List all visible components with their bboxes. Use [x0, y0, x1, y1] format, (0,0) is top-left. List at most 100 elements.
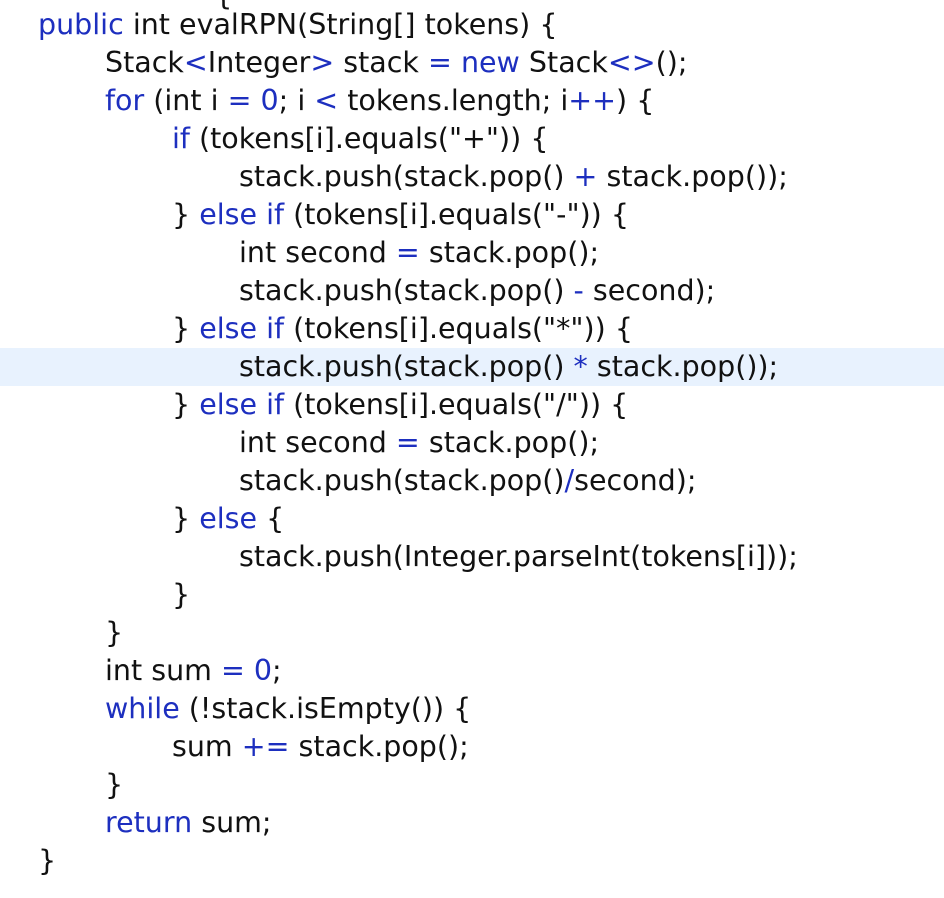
- code-token-num: 0: [253, 654, 273, 687]
- code-line[interactable]: int second = stack.pop();: [0, 234, 944, 272]
- code-line[interactable]: stack.push(Integer.parseInt(tokens[i]));: [0, 538, 944, 576]
- code-token-plain: stack.pop();: [419, 426, 600, 459]
- code-token-str: "/": [543, 388, 579, 421]
- code-token-kw: public: [38, 8, 124, 41]
- code-token-plain: stack.pop());: [597, 160, 788, 193]
- code-token-plain: }: [172, 198, 200, 231]
- code-line[interactable]: return sum;: [0, 804, 944, 842]
- code-token-kw: else: [199, 388, 258, 421]
- current-code-line[interactable]: stack.push(stack.pop() * stack.pop());: [0, 348, 944, 386]
- code-line[interactable]: stack.push(stack.pop()/second);: [0, 462, 944, 500]
- code-token-plain: (!stack.isEmpty()) {: [179, 692, 472, 725]
- code-line[interactable]: }: [0, 842, 944, 880]
- code-token-plain: stack: [334, 46, 428, 79]
- code-token-plain: sum;: [192, 806, 272, 839]
- code-token-op: /: [564, 464, 575, 497]
- code-token-str: "+": [448, 122, 500, 155]
- code-token-str: "*": [543, 312, 584, 345]
- code-token-plain: int second: [239, 426, 396, 459]
- code-line[interactable]: int second = stack.pop();: [0, 424, 944, 462]
- code-token-plain: sum: [172, 730, 242, 763]
- code-token-op: <: [183, 46, 208, 79]
- code-token-op: +=: [241, 730, 290, 763]
- code-token-op: ++: [568, 84, 617, 117]
- code-token-plain: {: [257, 502, 285, 535]
- code-token-op: >: [310, 46, 335, 79]
- code-token-plain: tokens.length; i: [338, 84, 569, 117]
- code-token-kw: else: [199, 502, 258, 535]
- code-token-plain: (tokens[i].equals(: [284, 312, 544, 345]
- code-token-plain: int evalRPN(String[] tokens) {: [123, 8, 558, 41]
- code-line[interactable]: } else {: [0, 500, 944, 538]
- code-token-op: +: [573, 160, 598, 193]
- code-token-plain: stack.push(stack.pop(): [239, 350, 574, 383]
- code-token-plain: stack.push(Integer.parseInt(tokens[i]));: [239, 540, 798, 573]
- code-token-plain: Integer: [207, 46, 311, 79]
- code-token-plain: Stack: [105, 46, 184, 79]
- code-token-kw: while: [105, 692, 180, 725]
- code-line[interactable]: }: [0, 614, 944, 652]
- code-token-kw: if: [266, 388, 285, 421]
- code-token-op: -: [573, 274, 584, 307]
- code-token-plain: }: [105, 616, 124, 649]
- code-line[interactable]: } else if (tokens[i].equals("-")) {: [0, 196, 944, 234]
- code-token-plain: ; i: [278, 84, 315, 117]
- code-token-plain: )) {: [579, 198, 629, 231]
- code-token-op: <: [314, 84, 339, 117]
- code-line[interactable]: while (!stack.isEmpty()) {: [0, 690, 944, 728]
- code-token-plain: ();: [655, 46, 688, 79]
- code-token-kw: if: [266, 198, 285, 231]
- code-token-op: =: [395, 236, 420, 269]
- code-token-plain: second);: [583, 274, 716, 307]
- code-token-kw: else: [199, 312, 258, 345]
- code-token-plain: stack.pop();: [419, 236, 600, 269]
- code-token-str: "-": [543, 198, 580, 231]
- code-line[interactable]: public int evalRPN(String[] tokens) {: [0, 6, 944, 44]
- code-token-plain: (tokens[i].equals(: [284, 198, 544, 231]
- code-line[interactable]: sum += stack.pop();: [0, 728, 944, 766]
- code-token-kw: new: [460, 46, 520, 79]
- code-line[interactable]: if (tokens[i].equals("+")) {: [0, 120, 944, 158]
- code-token-op: =: [428, 46, 452, 79]
- code-token-num: 0: [260, 84, 279, 117]
- code-token-op: =: [227, 84, 252, 117]
- code-editor[interactable]: { public int evalRPN(String[] tokens) {S…: [0, 0, 944, 898]
- code-token-plain: stack.push(stack.pop(): [239, 464, 565, 497]
- code-line[interactable]: stack.push(stack.pop() + stack.pop());: [0, 158, 944, 196]
- code-token-plain: }: [172, 502, 200, 535]
- code-token-plain: )) {: [583, 312, 633, 345]
- code-token-op: <>: [607, 46, 656, 79]
- code-line[interactable]: Stack<Integer> stack = new Stack<>();: [0, 44, 944, 82]
- code-line[interactable]: } else if (tokens[i].equals("*")) {: [0, 310, 944, 348]
- code-token-op: =: [395, 426, 420, 459]
- code-token-plain: int sum: [105, 654, 221, 687]
- code-token-plain: }: [105, 768, 124, 801]
- code-token-plain: stack.pop());: [587, 350, 779, 383]
- code-token-plain: Stack: [519, 46, 608, 79]
- code-token-plain: ) {: [616, 84, 655, 117]
- code-token-plain: stack.push(stack.pop(): [239, 160, 574, 193]
- code-token-op: =: [220, 654, 245, 687]
- code-token-plain: second);: [574, 464, 697, 497]
- code-token-kw: if: [266, 312, 285, 345]
- code-token-plain: )) {: [578, 388, 629, 421]
- code-token-plain: )) {: [499, 122, 549, 155]
- code-token-plain: }: [38, 844, 57, 877]
- code-token-plain: stack.push(stack.pop(): [239, 274, 574, 307]
- code-token-plain: (int i: [144, 84, 228, 117]
- code-token-kw: else: [199, 198, 258, 231]
- code-token-plain: ;: [272, 654, 282, 687]
- code-token-op: *: [573, 350, 588, 383]
- code-line[interactable]: }: [0, 576, 944, 614]
- code-token-plain: }: [172, 578, 191, 611]
- code-line[interactable]: }: [0, 766, 944, 804]
- code-line[interactable]: } else if (tokens[i].equals("/")) {: [0, 386, 944, 424]
- code-line[interactable]: for (int i = 0; i < tokens.length; i++) …: [0, 82, 944, 120]
- code-line[interactable]: stack.push(stack.pop() - second);: [0, 272, 944, 310]
- code-line[interactable]: int sum = 0;: [0, 652, 944, 690]
